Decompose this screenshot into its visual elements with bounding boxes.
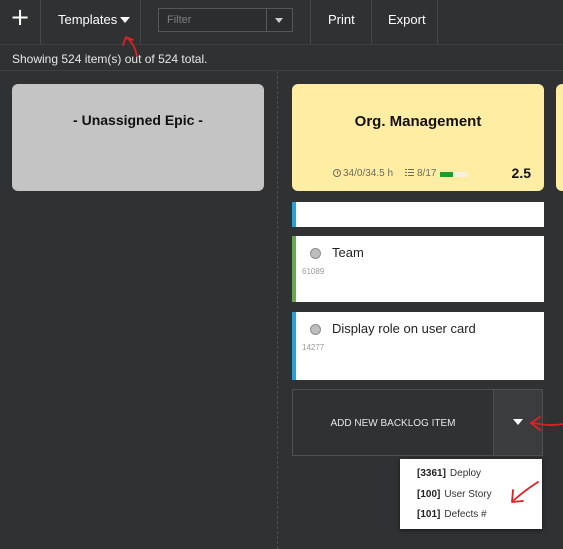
- backlog-item-title: Team: [332, 245, 364, 260]
- epic-card-unassigned[interactable]: - Unassigned Epic -: [12, 84, 264, 191]
- add-backlog-item-control: ADD NEW BACKLOG ITEM: [292, 389, 543, 456]
- add-button[interactable]: +: [8, 3, 32, 33]
- backlog-item-title: Display role on user card: [332, 321, 476, 336]
- template-id: [100]: [417, 489, 441, 500]
- template-name: User Story: [444, 489, 492, 500]
- toolbar-divider: [371, 0, 372, 45]
- epic-card-partial[interactable]: [556, 84, 563, 191]
- export-button[interactable]: Export: [388, 12, 426, 27]
- epic-tasks-value: 8/17: [417, 168, 437, 179]
- toolbar: + Templates Print Export: [0, 0, 563, 45]
- backlog-item-id: 61089: [302, 267, 325, 276]
- template-id: [101]: [417, 509, 441, 520]
- toolbar-divider: [140, 0, 141, 45]
- caret-down-icon: [513, 419, 523, 425]
- print-button[interactable]: Print: [328, 12, 355, 27]
- template-name: Deploy: [449, 468, 482, 479]
- caret-down-icon: [120, 17, 131, 23]
- status-dot-icon[interactable]: [310, 324, 321, 335]
- status-dot-icon[interactable]: [310, 248, 321, 259]
- epic-score: 2.5: [511, 165, 531, 181]
- template-menu-item[interactable]: [100] User Story: [417, 489, 492, 500]
- divider: [0, 70, 563, 71]
- backlog-item[interactable]: [292, 202, 544, 227]
- add-backlog-template-dropdown[interactable]: [493, 390, 542, 455]
- filter-control: [158, 8, 293, 32]
- epic-hours-value: 34/0/34.5 h: [343, 168, 394, 179]
- item-count-status: Showing 524 item(s) out of 524 total.: [12, 52, 208, 66]
- add-backlog-item-button[interactable]: ADD NEW BACKLOG ITEM: [293, 418, 493, 429]
- backlog-item[interactable]: Team 61089: [292, 236, 544, 302]
- filter-input[interactable]: [159, 9, 266, 31]
- toolbar-divider: [40, 0, 41, 45]
- backlog-item-id: 14277: [302, 343, 325, 352]
- list-icon: [405, 169, 414, 177]
- template-dropdown-menu: [3361] Deploy [100] User Story [101] Defect…: [400, 459, 542, 529]
- epic-tasks: 8/17: [405, 168, 436, 179]
- template-id: [3361]: [417, 468, 446, 479]
- epic-card-org-management[interactable]: Org. Management 34/0/34.5 h 8/17 2.5: [292, 84, 544, 191]
- epic-progress-bar: [440, 172, 468, 177]
- templates-button[interactable]: Templates: [58, 12, 131, 27]
- epic-title: Org. Management: [354, 113, 482, 130]
- toolbar-divider: [437, 0, 438, 45]
- filter-dropdown-button[interactable]: [266, 9, 292, 31]
- template-menu-item[interactable]: [3361] Deploy: [417, 468, 481, 479]
- chevron-down-icon: [275, 18, 283, 23]
- epic-progress-fill: [440, 172, 454, 177]
- epic-hours: 34/0/34.5 h: [333, 168, 393, 179]
- epic-title: - Unassigned Epic -: [73, 112, 203, 128]
- template-menu-item[interactable]: [101] Defects #: [417, 509, 487, 520]
- backlog-item[interactable]: Display role on user card 14277: [292, 312, 544, 380]
- templates-label: Templates: [58, 12, 118, 27]
- column-divider: [277, 71, 278, 549]
- template-name: Defects #: [444, 509, 487, 520]
- toolbar-divider: [310, 0, 311, 45]
- clock-icon: [333, 169, 341, 177]
